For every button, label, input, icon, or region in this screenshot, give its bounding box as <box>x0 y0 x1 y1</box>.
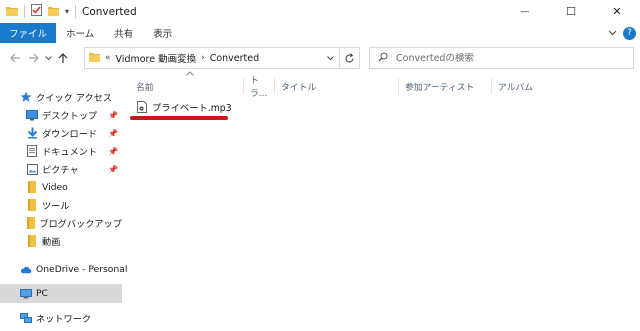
tab-view[interactable]: 表示 <box>143 23 182 43</box>
nav-item-pc[interactable]: PC <box>0 284 122 303</box>
chevron-down-icon <box>327 55 334 60</box>
column-header-contributing-artists[interactable]: 参加アーティスト <box>399 76 491 96</box>
folder-icon <box>26 199 38 211</box>
nav-quick-access[interactable]: クイック アクセス <box>0 88 122 106</box>
nav-item-network[interactable]: ネットワーク <box>0 309 122 327</box>
nav-label: ネットワーク <box>36 314 92 325</box>
up-arrow-icon <box>58 52 68 63</box>
expand-ribbon-icon[interactable] <box>608 28 617 39</box>
nav-label: ダウンロード <box>42 129 98 140</box>
tab-home[interactable]: ホーム <box>56 23 104 43</box>
column-headers: 名前 トラ... タイトル 参加アーティスト アルバム <box>130 76 640 99</box>
forward-button[interactable] <box>24 48 42 68</box>
nav-label: Video <box>42 181 68 193</box>
window-controls: — ☐ ✕ <box>502 0 640 23</box>
nav-label: クイック アクセス <box>36 93 112 104</box>
address-history-dropdown[interactable] <box>321 48 339 68</box>
maximize-button[interactable]: ☐ <box>548 0 594 23</box>
nav-label: ピクチャ <box>42 165 79 176</box>
nav-item-blog-backup[interactable]: ブログバックアップ <box>0 214 122 232</box>
title-bar: ▾ Converted — ☐ ✕ <box>0 0 640 23</box>
pin-icon[interactable]: 📌 <box>108 165 118 174</box>
nav-label: デスクトップ <box>42 111 98 122</box>
refresh-icon <box>345 52 354 62</box>
cloud-icon <box>20 263 32 275</box>
recent-locations-button[interactable] <box>42 48 54 68</box>
refresh-button[interactable] <box>339 48 359 68</box>
nav-item-documents[interactable]: ドキュメント 📌 <box>0 142 122 160</box>
help-icon[interactable]: ? <box>623 26 636 40</box>
minimize-button[interactable]: — <box>502 0 548 23</box>
pin-icon[interactable]: 📌 <box>108 129 118 138</box>
file-item[interactable]: プライベート.mp3 <box>136 98 246 116</box>
folder-icon <box>89 52 100 65</box>
customize-toolbar-dropdown[interactable]: ▾ <box>65 7 69 16</box>
quick-access-toolbar: ▾ <box>0 0 77 23</box>
ribbon-tabs: ファイル ホーム 共有 表示 ? <box>0 23 640 43</box>
breadcrumb: « Vidmore 動画変換 › Converted <box>85 51 321 65</box>
highlight-underline <box>130 116 228 120</box>
toolbar-divider <box>75 5 77 18</box>
nav-item-video[interactable]: Video <box>0 178 122 196</box>
nav-label: PC <box>36 288 48 299</box>
ribbon-controls: ? <box>608 23 636 43</box>
desktop-icon <box>26 109 38 121</box>
breadcrumb-item-vidmore[interactable]: Vidmore 動画変換 <box>116 51 197 65</box>
pin-icon[interactable]: 📌 <box>108 111 118 120</box>
tab-file[interactable]: ファイル <box>0 23 57 43</box>
forward-arrow-icon <box>28 53 39 63</box>
close-button[interactable]: ✕ <box>594 0 640 23</box>
breadcrumb-separator[interactable]: › <box>201 53 205 63</box>
folder-icon <box>26 217 35 229</box>
back-button[interactable] <box>6 48 24 68</box>
nav-label: ドキュメント <box>42 147 98 158</box>
tab-share[interactable]: 共有 <box>104 23 143 43</box>
folder-icon[interactable] <box>6 5 18 19</box>
search-box[interactable] <box>369 47 634 69</box>
breadcrumb-overflow[interactable]: « <box>105 53 111 63</box>
nav-label: ツール <box>42 201 70 212</box>
nav-label: ブログバックアップ <box>39 219 122 230</box>
nav-item-onedrive[interactable]: OneDrive - Personal <box>0 260 127 278</box>
back-arrow-icon <box>9 53 20 63</box>
column-header-title[interactable]: タイトル <box>275 76 397 96</box>
star-icon <box>20 91 32 103</box>
pin-icon[interactable]: 📌 <box>108 147 118 156</box>
new-folder-icon[interactable] <box>48 4 59 19</box>
nav-item-downloads[interactable]: ダウンロード 📌 <box>0 124 122 142</box>
network-icon <box>20 312 32 324</box>
navigation-pane: クイック アクセス デスクトップ 📌 ダウンロード 📌 ドキュメント 📌 ピクチ… <box>0 80 127 331</box>
folder-icon <box>26 181 38 193</box>
column-header-name[interactable]: 名前 <box>130 76 242 96</box>
column-header-track[interactable]: トラ... <box>244 76 274 99</box>
audio-file-icon <box>136 100 148 114</box>
nav-label: 動画 <box>42 237 61 248</box>
chevron-down-icon <box>44 55 52 60</box>
window-title: Converted <box>82 5 137 18</box>
document-icon <box>26 145 38 157</box>
nav-label: OneDrive - Personal <box>36 263 128 275</box>
properties-icon[interactable] <box>31 4 42 19</box>
folder-icon <box>26 235 38 247</box>
nav-item-pictures[interactable]: ピクチャ 📌 <box>0 160 122 178</box>
breadcrumb-item-converted[interactable]: Converted <box>210 53 259 64</box>
download-icon <box>26 127 38 139</box>
column-header-album[interactable]: アルバム <box>492 76 592 96</box>
up-button[interactable] <box>54 48 72 68</box>
nav-item-videos-jp[interactable]: 動画 <box>0 232 122 250</box>
nav-item-tools[interactable]: ツール <box>0 196 122 214</box>
computer-icon <box>20 288 32 300</box>
picture-icon <box>26 163 38 175</box>
search-input[interactable] <box>396 52 616 64</box>
address-bar[interactable]: « Vidmore 動画変換 › Converted <box>84 47 360 69</box>
file-name: プライベート.mp3 <box>152 103 232 114</box>
search-icon <box>378 52 388 65</box>
nav-item-desktop[interactable]: デスクトップ 📌 <box>0 106 122 124</box>
toolbar-divider <box>24 5 25 18</box>
navigation-bar: « Vidmore 動画変換 › Converted <box>0 43 640 73</box>
